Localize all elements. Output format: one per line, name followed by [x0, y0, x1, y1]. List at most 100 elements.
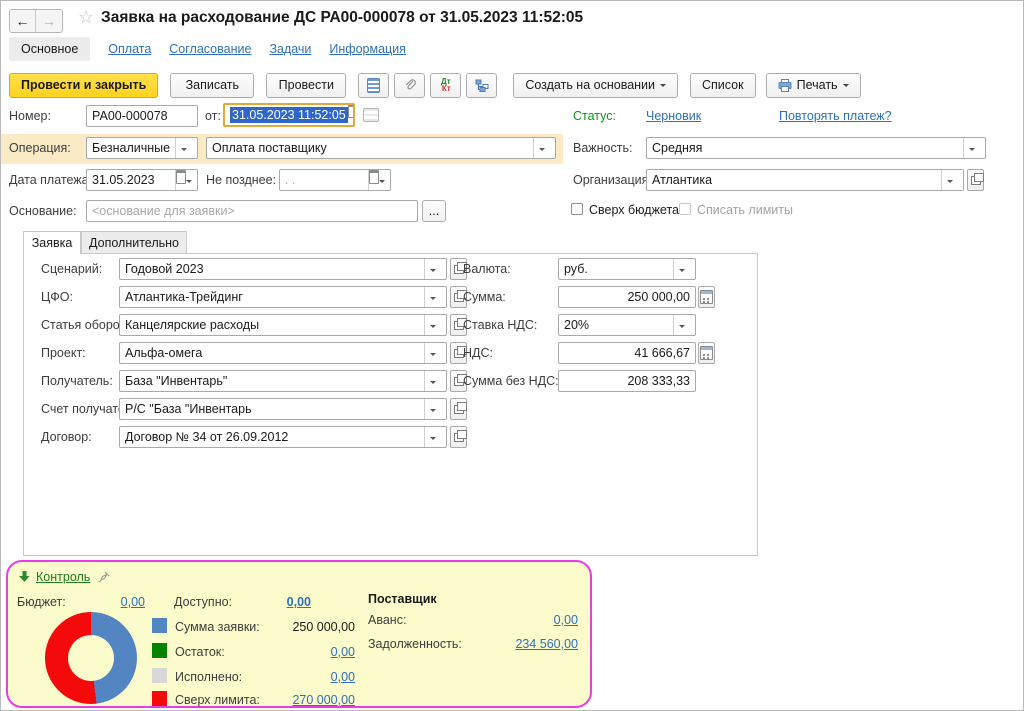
chevron-down-icon[interactable]	[941, 170, 958, 190]
operation-type-select[interactable]: Безналичные	[86, 137, 198, 159]
debit-credit-button[interactable]: ДтКт	[430, 73, 461, 98]
collapse-arrow-icon[interactable]	[19, 571, 30, 583]
register-records-button[interactable]	[358, 73, 389, 98]
forward-button[interactable]: →	[36, 10, 62, 32]
organization-open-button[interactable]	[967, 169, 984, 191]
status-link[interactable]: Черновик	[646, 109, 701, 123]
open-calendar-list-button[interactable]	[363, 108, 379, 125]
post-button[interactable]: Провести	[266, 73, 346, 98]
open-form-icon	[454, 433, 464, 442]
contract-select[interactable]: Договор № 34 от 26.09.2012	[119, 426, 447, 448]
list-button[interactable]: Список	[690, 73, 756, 98]
repeat-payment-link[interactable]: Повторять платеж?	[779, 109, 892, 123]
importance-select[interactable]: Средняя	[646, 137, 986, 159]
tab-tasks[interactable]: Задачи	[269, 42, 311, 56]
chevron-down-icon[interactable]	[175, 138, 192, 158]
contract-open-button[interactable]	[450, 426, 467, 448]
available-value-link[interactable]: 0,00	[248, 595, 311, 609]
cfo-select[interactable]: Атлантика-Трейдинг	[119, 286, 447, 308]
chevron-down-icon[interactable]	[424, 343, 441, 363]
operation-label: Операция:	[9, 141, 71, 155]
chevron-down-icon[interactable]	[424, 399, 441, 419]
history-nav: ← →	[9, 9, 63, 33]
legend-executed-value-link[interactable]: 0,00	[253, 670, 355, 684]
attachments-button[interactable]	[394, 73, 425, 98]
back-button[interactable]: ←	[10, 10, 36, 32]
chevron-down-icon[interactable]	[424, 371, 441, 391]
pin-icon[interactable]	[98, 571, 110, 583]
print-button[interactable]: Печать	[766, 73, 861, 98]
chevron-down-icon[interactable]	[424, 315, 441, 335]
calculator-icon	[700, 346, 713, 360]
recipient-account-open-button[interactable]	[450, 398, 467, 420]
over-budget-label: Сверх бюджета	[589, 203, 679, 217]
date-input[interactable]: 31.05.2023 11:52:05	[223, 103, 355, 127]
recipient-select[interactable]: База "Инвентарь"	[119, 370, 447, 392]
number-label: Номер:	[9, 109, 51, 123]
status-label: Статус:	[573, 109, 616, 123]
chevron-down-icon[interactable]	[424, 259, 441, 279]
tab-approval[interactable]: Согласование	[169, 42, 251, 56]
legend-remainder-value-link[interactable]: 0,00	[253, 645, 355, 659]
payment-date-input[interactable]: 31.05.2023	[86, 169, 198, 191]
amount-no-vat-input[interactable]: 208 333,33	[558, 370, 696, 392]
budget-value-link[interactable]: 0,00	[83, 595, 145, 609]
vat-calc-button[interactable]	[698, 342, 715, 364]
basis-choose-button[interactable]: ...	[422, 200, 446, 222]
currency-select[interactable]: руб.	[558, 258, 696, 280]
printer-icon	[778, 79, 792, 92]
chevron-down-icon[interactable]	[673, 315, 690, 335]
recipient-account-select[interactable]: Р/С "База "Инвентарь	[119, 398, 447, 420]
chevron-down-icon[interactable]	[963, 138, 980, 158]
write-off-limits-label: Списать лимиты	[697, 203, 793, 217]
vat-rate-select[interactable]: 20%	[558, 314, 696, 336]
amount-input[interactable]: 250 000,00	[558, 286, 696, 308]
calendar-icon[interactable]	[368, 170, 385, 190]
importance-label: Важность:	[573, 141, 632, 155]
selected-date-text: 31.05.2023 11:52:05	[230, 107, 348, 123]
post-and-close-button[interactable]: Провести и закрыть	[9, 73, 158, 98]
scenario-select[interactable]: Годовой 2023	[119, 258, 447, 280]
tab-payment[interactable]: Оплата	[108, 42, 151, 56]
debt-label: Задолженность:	[368, 637, 462, 651]
open-form-icon	[454, 293, 464, 302]
chevron-down-icon[interactable]	[424, 287, 441, 307]
save-button[interactable]: Записать	[170, 73, 254, 98]
legend-executed-label: Исполнено:	[175, 670, 242, 684]
tab-info[interactable]: Информация	[329, 42, 406, 56]
basis-input[interactable]: <основание для заявки>	[86, 200, 418, 222]
chevron-down-icon[interactable]	[424, 427, 441, 447]
favorite-star-icon[interactable]: ☆	[78, 7, 94, 28]
debt-value-link[interactable]: 234 560,00	[478, 637, 578, 651]
available-label: Доступно:	[174, 595, 232, 609]
advance-value-link[interactable]: 0,00	[478, 613, 578, 627]
legend-request-amount-value: 250 000,00	[253, 620, 355, 634]
operation-select[interactable]: Оплата поставщику	[206, 137, 556, 159]
number-input[interactable]: РА00-000078	[86, 105, 198, 127]
not-later-input[interactable]: . .	[279, 169, 391, 191]
legend-color-request-amount	[152, 618, 167, 633]
application-window: ← → ☆ Заявка на расходование ДС РА00-000…	[0, 0, 1024, 711]
project-select[interactable]: Альфа-омега	[119, 342, 447, 364]
tab-main[interactable]: Основное	[9, 37, 90, 61]
tab-request[interactable]: Заявка	[23, 231, 81, 254]
calendar-icon[interactable]	[348, 105, 355, 125]
control-link[interactable]: Контроль	[36, 570, 90, 584]
tab-additional[interactable]: Дополнительно	[81, 231, 187, 254]
chevron-down-icon[interactable]	[533, 138, 550, 158]
section-nav: Основное Оплата Согласование Задачи Инфо…	[9, 37, 406, 61]
legend-over-limit-value-link[interactable]: 270 000,00	[253, 693, 355, 707]
chevron-down-icon[interactable]	[673, 259, 690, 279]
turnover-item-select[interactable]: Канцелярские расходы	[119, 314, 447, 336]
over-budget-checkbox[interactable]	[571, 203, 583, 215]
calendar-icon[interactable]	[175, 170, 192, 190]
document-structure-button[interactable]	[466, 73, 497, 98]
organization-select[interactable]: Атлантика	[646, 169, 964, 191]
amount-calc-button[interactable]	[698, 286, 715, 308]
create-on-basis-button[interactable]: Создать на основании	[513, 73, 678, 98]
currency-label: Валюта:	[463, 262, 511, 276]
recipient-label: Получатель:	[41, 374, 113, 388]
vat-input[interactable]: 41 666,67	[558, 342, 696, 364]
basis-label: Основание:	[9, 204, 77, 218]
open-form-icon	[454, 321, 464, 330]
